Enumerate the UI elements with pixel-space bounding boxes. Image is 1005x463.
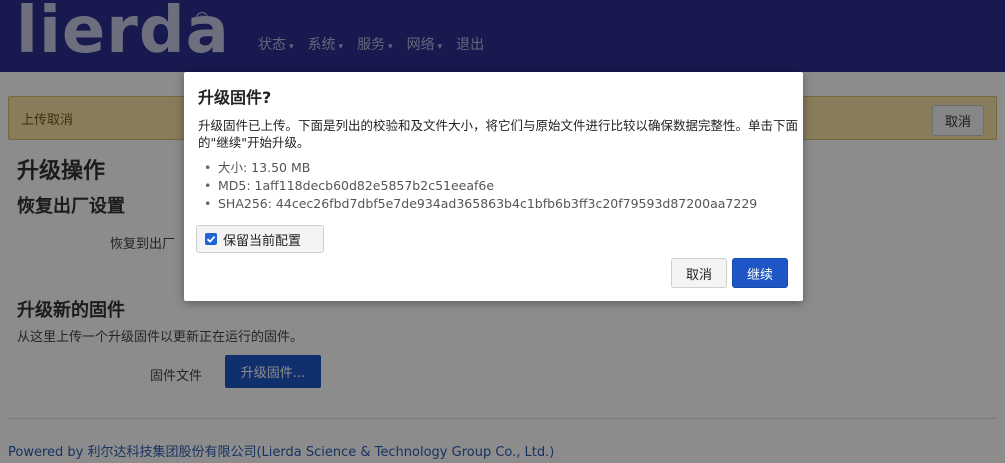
continue-button[interactable]: 继续 <box>732 258 788 288</box>
keep-config-label: 保留当前配置 <box>223 233 302 249</box>
checkbox-checked-icon[interactable] <box>205 233 217 245</box>
sha256-item: SHA256: 44cec26fbd7dbf5e7de934ad365863b4… <box>204 195 757 213</box>
dialog-title: 升级固件? <box>198 88 272 107</box>
dialog-description: 升级固件已上传。下面是列出的校验和及文件大小，将它们与原始文件进行比较以确保数据… <box>198 118 799 150</box>
keep-config-checkbox[interactable]: 保留当前配置 <box>196 225 324 253</box>
checksum-list: 大小: 13.50 MB MD5: 1aff118decb60d82e5857b… <box>204 159 757 213</box>
md5-item: MD5: 1aff118decb60d82e5857b2c51eeaf6e <box>204 177 757 195</box>
file-size-item: 大小: 13.50 MB <box>204 159 757 177</box>
upgrade-confirm-dialog: 升级固件? 升级固件已上传。下面是列出的校验和及文件大小，将它们与原始文件进行比… <box>184 72 803 301</box>
cancel-button[interactable]: 取消 <box>671 258 727 288</box>
